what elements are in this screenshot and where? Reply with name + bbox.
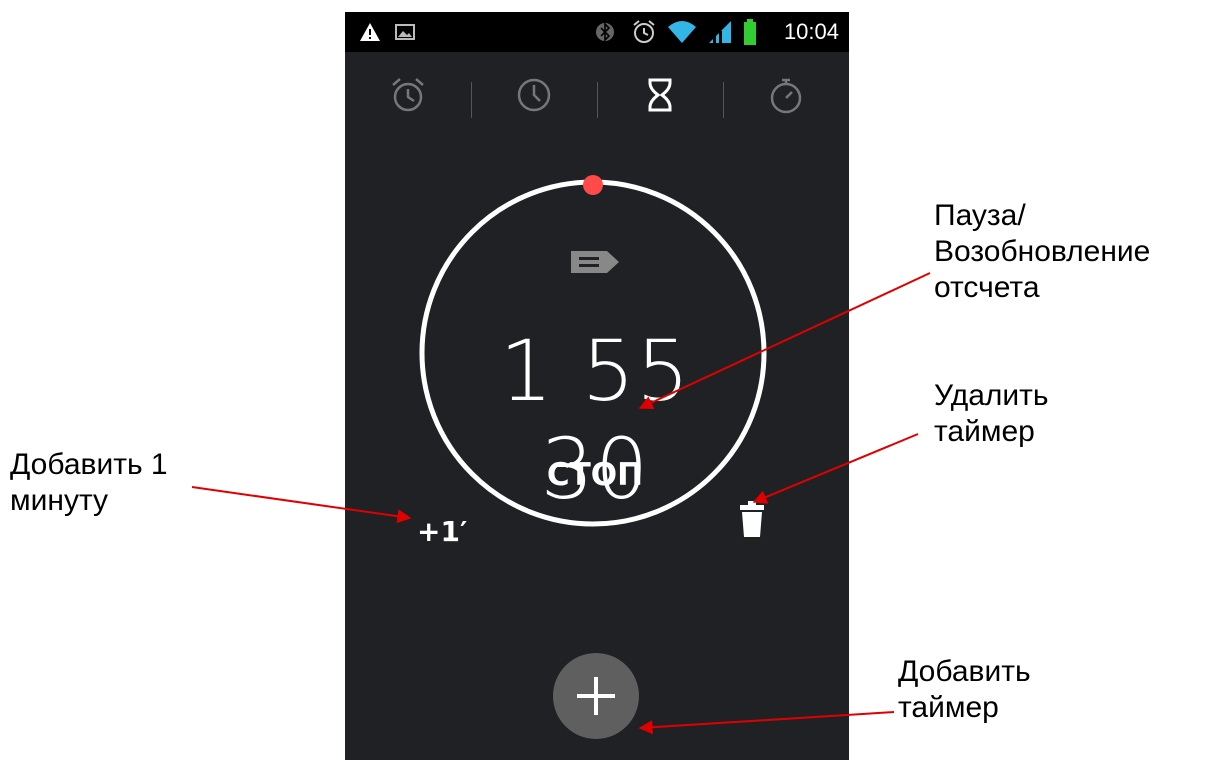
label-tag-icon[interactable] bbox=[571, 251, 619, 273]
phone-screen: 10:04 1 55 30 СТОП +1′ bbox=[345, 12, 849, 760]
annotation-line: Пауза/ bbox=[934, 199, 1026, 232]
annotation-line: таймер bbox=[898, 691, 999, 724]
annotation-line: Удалить bbox=[934, 379, 1049, 412]
add-timer-button[interactable] bbox=[553, 653, 639, 739]
annotation-add-timer: Добавить таймер bbox=[898, 654, 1031, 726]
annotation-add-minute: Добавить 1 минуту bbox=[10, 447, 168, 519]
annotation-line: Добавить bbox=[898, 655, 1031, 688]
plus-icon bbox=[577, 677, 615, 715]
annotation-line: Возобновление bbox=[934, 235, 1151, 268]
annotation-pause-resume: Пауза/ Возобновление отсчета bbox=[934, 198, 1150, 306]
annotation-delete-timer: Удалить таймер bbox=[934, 378, 1049, 450]
progress-dot bbox=[583, 175, 603, 195]
canvas: 10:04 1 55 30 СТОП +1′ Пауза/ Возобновле… bbox=[0, 0, 1208, 760]
annotation-line: минуту bbox=[10, 484, 109, 517]
stop-button[interactable]: СТОП bbox=[495, 457, 695, 493]
add-minute-button[interactable]: +1′ bbox=[417, 515, 467, 548]
trash-icon[interactable] bbox=[739, 501, 765, 539]
annotation-line: отсчета bbox=[934, 271, 1040, 304]
annotation-line: таймер bbox=[934, 415, 1035, 448]
annotation-line: Добавить 1 bbox=[10, 448, 168, 481]
